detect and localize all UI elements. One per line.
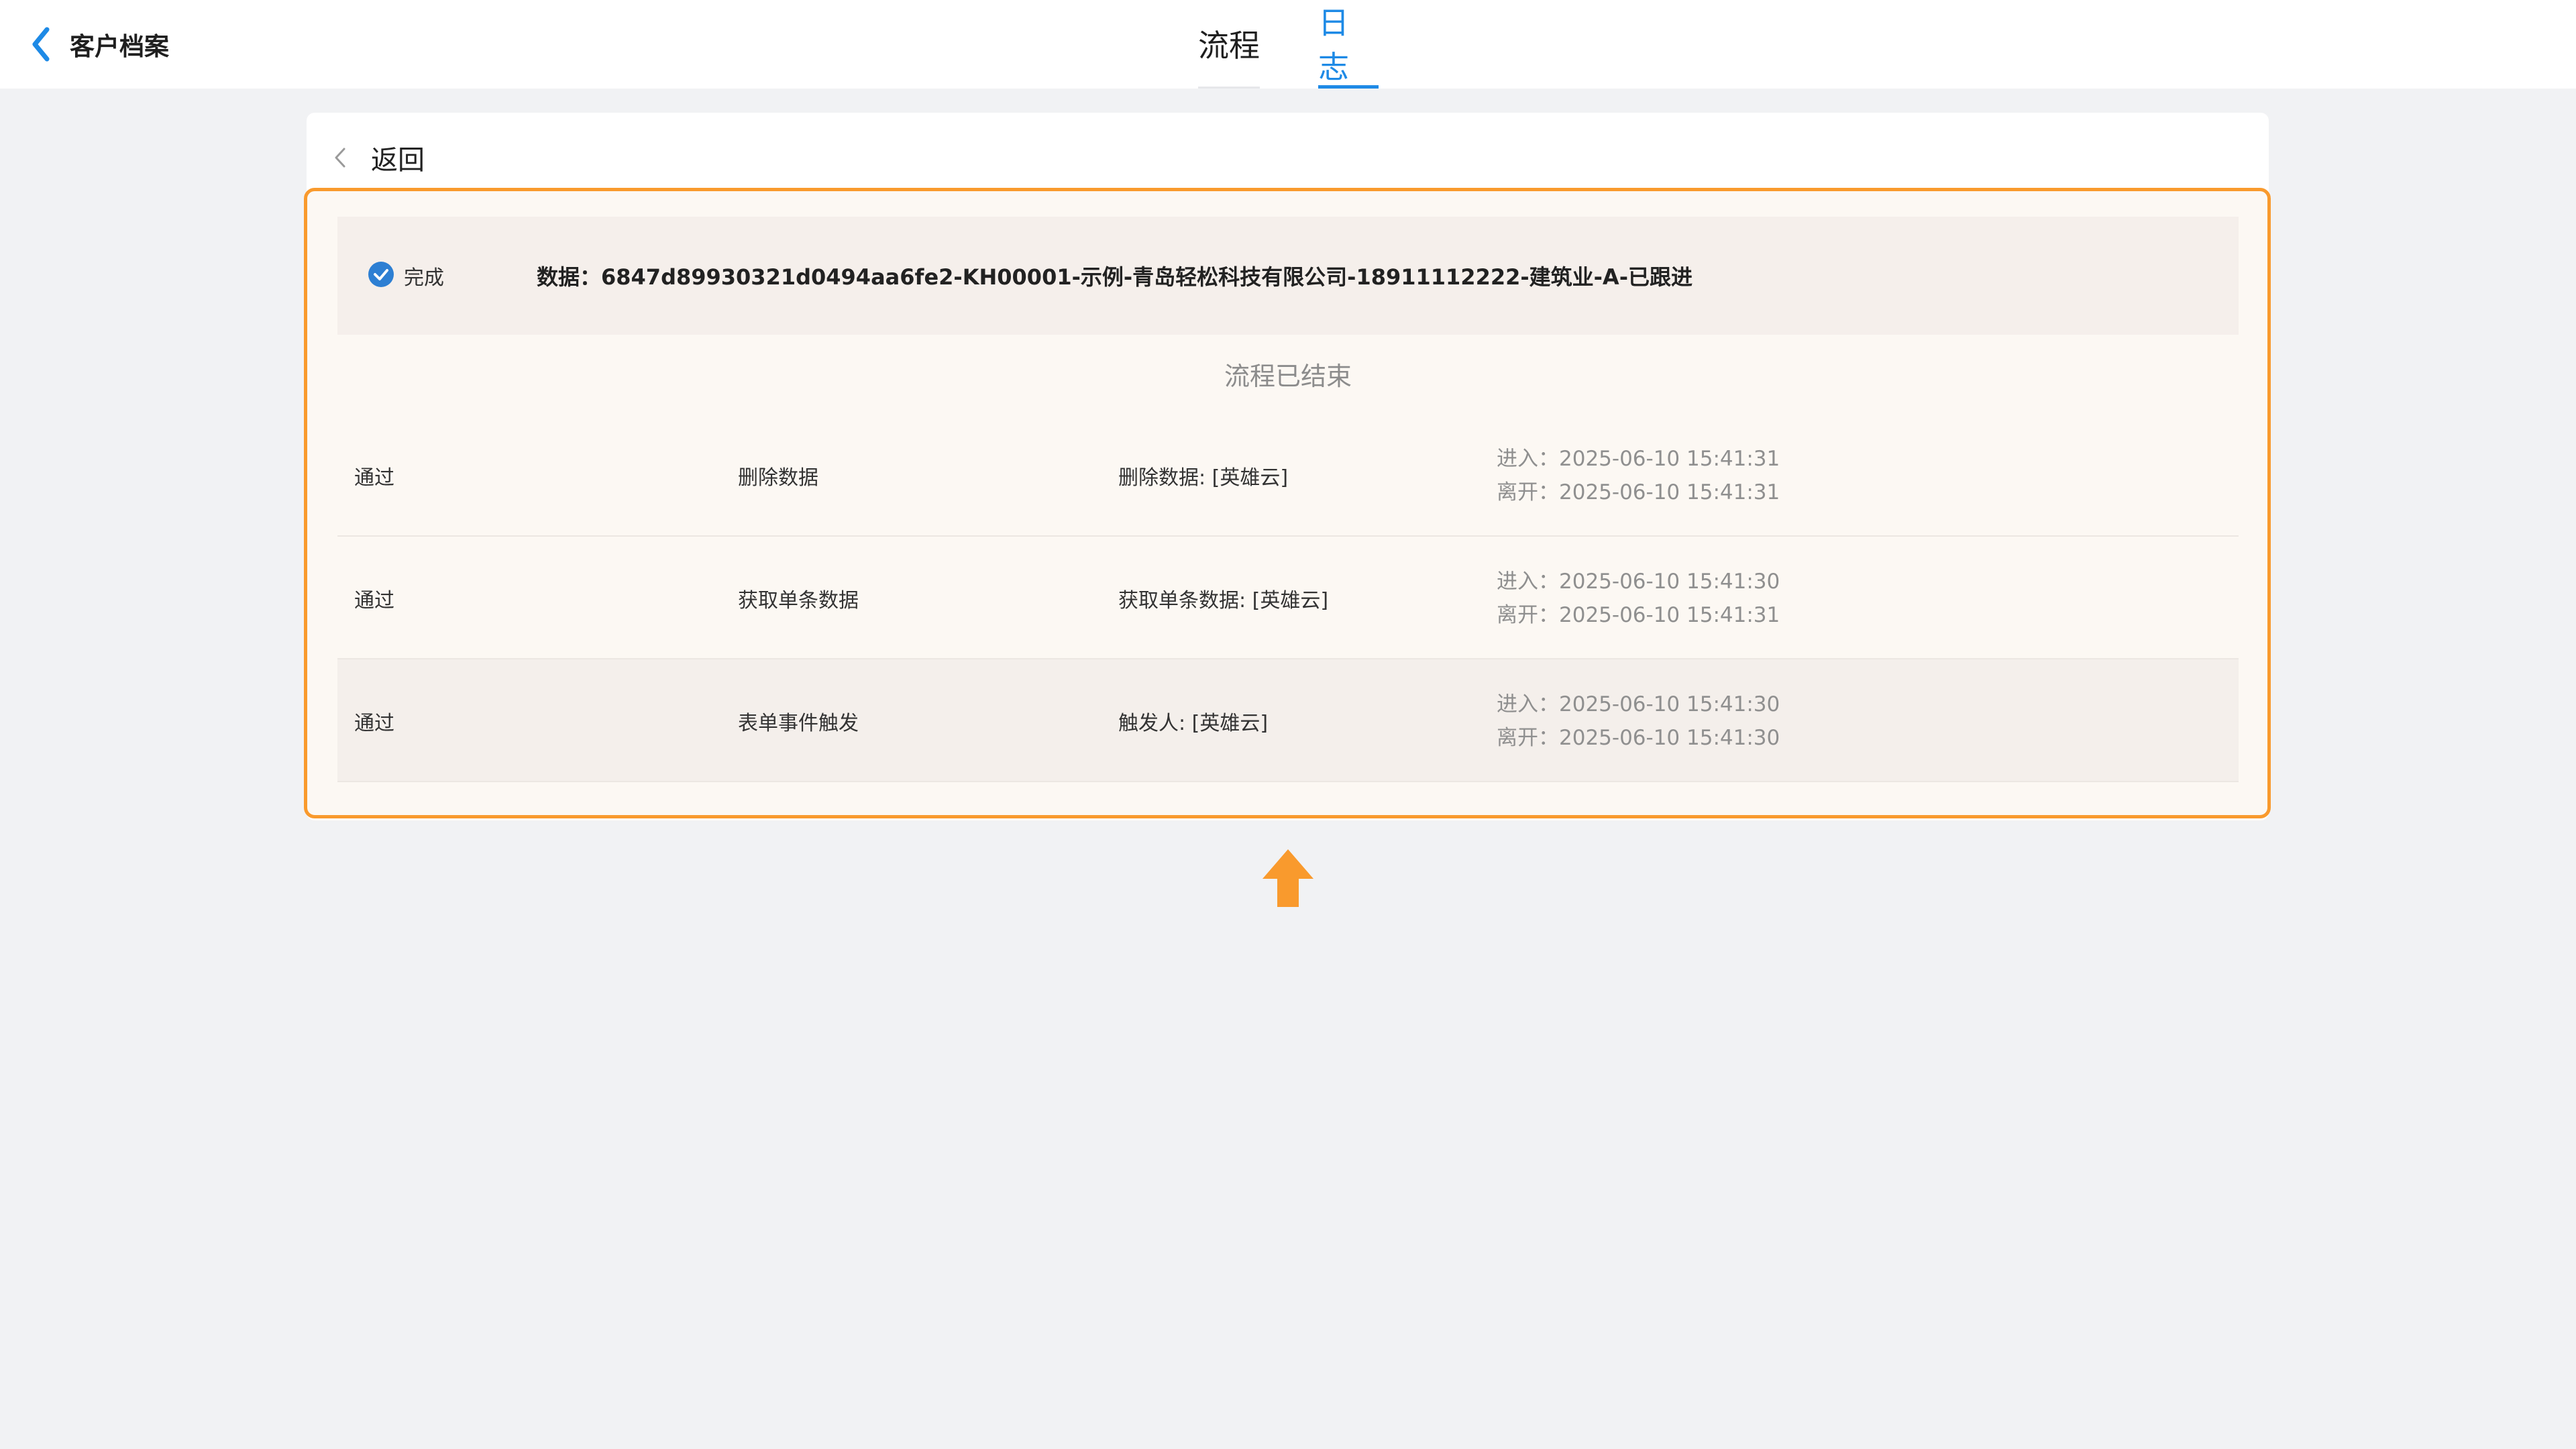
log-enter-time: 进入：2025-06-10 15:41:30 [1497, 569, 1780, 594]
record-data-text: 数据：6847d89930321d0494aa6fe2-KH00001-示例-青… [537, 264, 1693, 290]
log-detail: 触发人: [英雄云] [1118, 711, 1269, 735]
page-title: 客户档案 [70, 32, 169, 61]
log-leave-time: 离开：2025-06-10 15:41:31 [1497, 602, 1780, 627]
log-times: 进入：2025-06-10 15:41:31 离开：2025-06-10 15:… [1497, 414, 1780, 537]
arrow-up-icon [1261, 848, 1315, 908]
log-row: 通过 获取单条数据 获取单条数据: [英雄云] 进入：2025-06-10 15… [337, 537, 2239, 659]
log-leave-time: 离开：2025-06-10 15:41:30 [1497, 725, 1780, 750]
log-node: 表单事件触发 [738, 711, 859, 735]
return-label[interactable]: 返回 [371, 138, 425, 177]
log-row: 通过 删除数据 删除数据: [英雄云] 进入：2025-06-10 15:41:… [337, 414, 2239, 537]
log-result: 通过 [354, 466, 394, 490]
status-label: 完成 [404, 266, 444, 290]
top-bar: 客户档案 流程 日志 [0, 0, 2576, 89]
back-to-customer-archive[interactable]: 客户档案 [31, 24, 169, 64]
return-button[interactable]: 返回 [333, 138, 425, 178]
log-times: 进入：2025-06-10 15:41:30 离开：2025-06-10 15:… [1497, 537, 1780, 659]
log-result: 通过 [354, 588, 394, 612]
check-circle-icon [368, 261, 394, 290]
log-detail: 删除数据: [英雄云] [1118, 466, 1289, 490]
status-complete: 完成 [368, 261, 444, 290]
log-times: 进入：2025-06-10 15:41:30 离开：2025-06-10 15:… [1497, 659, 1780, 782]
log-node: 获取单条数据 [738, 588, 859, 612]
log-result: 通过 [354, 711, 394, 735]
log-enter-time: 进入：2025-06-10 15:41:30 [1497, 692, 1780, 716]
flow-ended-text: 流程已结束 [1224, 362, 1352, 391]
tab-bar: 流程 日志 [1198, 0, 1379, 89]
chevron-left-icon[interactable] [333, 144, 351, 171]
log-leave-time: 离开：2025-06-10 15:41:31 [1497, 480, 1780, 504]
log-node: 删除数据 [738, 466, 818, 490]
tab-log[interactable]: 日志 [1318, 0, 1379, 89]
log-detail: 获取单条数据: [英雄云] [1118, 588, 1329, 612]
chevron-left-icon[interactable] [31, 24, 58, 64]
tab-flow[interactable]: 流程 [1198, 0, 1260, 89]
log-row: 通过 表单事件触发 触发人: [英雄云] 进入：2025-06-10 15:41… [337, 659, 2239, 782]
log-enter-time: 进入：2025-06-10 15:41:31 [1497, 446, 1780, 471]
